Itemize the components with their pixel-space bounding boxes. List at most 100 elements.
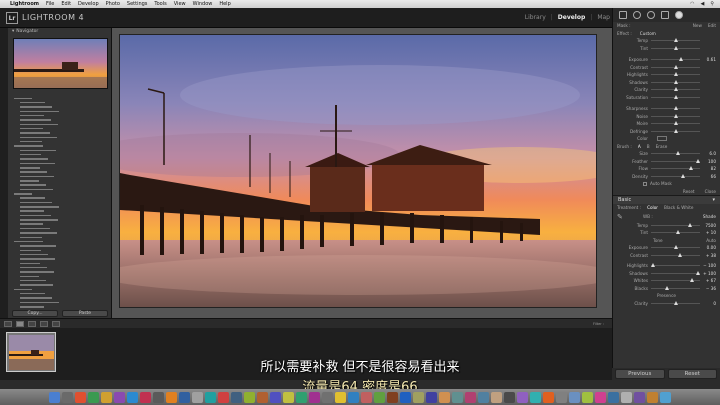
- view-mode-3-icon[interactable]: [28, 320, 36, 327]
- menu-view[interactable]: View: [174, 1, 186, 7]
- exposure-value[interactable]: 0.61: [700, 57, 716, 62]
- feather-slider-knob[interactable]: [695, 158, 700, 163]
- dock-app-icon[interactable]: [166, 391, 177, 403]
- basic-clarity-value[interactable]: 0: [700, 301, 716, 306]
- brush-close-button[interactable]: Close: [705, 189, 716, 194]
- dock-app-icon[interactable]: [413, 391, 424, 403]
- dock-app-icon[interactable]: [660, 391, 671, 403]
- size-value[interactable]: 6.0: [700, 151, 716, 156]
- dock-app-icon[interactable]: [153, 391, 164, 403]
- feather-value[interactable]: 100: [700, 159, 716, 164]
- basic-tint-value[interactable]: + 10: [700, 230, 716, 235]
- exposure-value[interactable]: 0.00: [700, 245, 716, 250]
- view-mode-2-icon[interactable]: [16, 320, 24, 327]
- defringe-slider[interactable]: [651, 128, 700, 133]
- flow-slider[interactable]: [651, 166, 700, 171]
- spot-removal-icon[interactable]: [633, 11, 641, 19]
- dock-app-icon[interactable]: [530, 391, 541, 403]
- dock-app-icon[interactable]: [387, 391, 398, 403]
- dock-app-icon[interactable]: [439, 391, 450, 403]
- dock-app-icon[interactable]: [621, 391, 632, 403]
- paste-button[interactable]: Paste: [62, 310, 108, 317]
- dock-app-icon[interactable]: [335, 391, 346, 403]
- dock-app-icon[interactable]: [582, 391, 593, 403]
- dock-app-icon[interactable]: [465, 391, 476, 403]
- exposure-slider-knob[interactable]: [673, 245, 678, 250]
- highlights-slider-knob[interactable]: [651, 263, 656, 268]
- dock-app-icon[interactable]: [361, 391, 372, 403]
- dock-app-icon[interactable]: [647, 391, 658, 403]
- defringe-slider-knob[interactable]: [673, 128, 678, 133]
- menu-photo[interactable]: Photo: [106, 1, 120, 7]
- noise-slider[interactable]: [651, 113, 700, 118]
- graduated-filter-icon[interactable]: [661, 11, 669, 19]
- highlights-slider[interactable]: [651, 263, 700, 268]
- dock-app-icon[interactable]: [543, 391, 554, 403]
- dock-app-icon[interactable]: [270, 391, 281, 403]
- dock-app-icon[interactable]: [322, 391, 333, 403]
- copy-button[interactable]: Copy...: [12, 310, 58, 317]
- basic-temp-value[interactable]: 7500: [700, 223, 716, 228]
- basic-tint-slider[interactable]: [651, 230, 700, 235]
- dock-app-icon[interactable]: [556, 391, 567, 403]
- menu-help[interactable]: Help: [219, 1, 230, 7]
- flow-value[interactable]: 82: [700, 166, 716, 171]
- dock-app-icon[interactable]: [426, 391, 437, 403]
- wifi-icon[interactable]: ◠: [690, 1, 694, 7]
- moire-slider[interactable]: [651, 121, 700, 126]
- brush-a[interactable]: A: [638, 144, 641, 149]
- tone-auto-button[interactable]: Auto: [706, 238, 716, 243]
- density-value[interactable]: 66: [700, 174, 716, 179]
- effect-preset-select[interactable]: Custom: [640, 31, 656, 36]
- highlights-slider-knob[interactable]: [673, 72, 678, 77]
- basic-clarity-slider[interactable]: [651, 300, 700, 305]
- navigator-preview[interactable]: [13, 38, 108, 89]
- sharpness-slider[interactable]: [651, 106, 700, 111]
- dock-app-icon[interactable]: [88, 391, 99, 403]
- filter-label[interactable]: Filter :: [593, 322, 612, 326]
- size-slider[interactable]: [651, 151, 700, 156]
- highlights-slider[interactable]: [651, 72, 700, 77]
- contrast-slider[interactable]: [651, 252, 700, 257]
- menu-window[interactable]: Window: [193, 1, 213, 7]
- brush-b[interactable]: B: [647, 144, 650, 149]
- dock-app-icon[interactable]: [283, 391, 294, 403]
- contrast-slider-knob[interactable]: [673, 64, 678, 69]
- saturation-slider[interactable]: [651, 94, 700, 99]
- dock-app-icon[interactable]: [634, 391, 645, 403]
- menu-settings[interactable]: Settings: [127, 1, 148, 7]
- module-develop[interactable]: Develop: [558, 14, 586, 21]
- volume-icon[interactable]: ◀: [700, 1, 704, 7]
- flow-slider-knob[interactable]: [689, 166, 694, 171]
- dock-app-icon[interactable]: [348, 391, 359, 403]
- whites-slider-knob[interactable]: [689, 278, 694, 283]
- clarity-slider[interactable]: [651, 87, 700, 92]
- dock-app-icon[interactable]: [192, 391, 203, 403]
- exposure-slider[interactable]: [651, 245, 700, 250]
- dock-app-icon[interactable]: [101, 391, 112, 403]
- basic-clarity-slider-knob[interactable]: [673, 300, 678, 305]
- whites-value[interactable]: + 67: [700, 278, 716, 283]
- navigator-header[interactable]: ▾ Navigator: [8, 28, 111, 35]
- dock-app-icon[interactable]: [257, 391, 268, 403]
- dock-app-icon[interactable]: [478, 391, 489, 403]
- tint-slider[interactable]: [651, 45, 700, 50]
- shadows-slider[interactable]: [651, 79, 700, 84]
- size-slider-knob[interactable]: [675, 151, 680, 156]
- crop-tool-icon[interactable]: [619, 11, 627, 19]
- sharpness-slider-knob[interactable]: [673, 106, 678, 111]
- dock-app-icon[interactable]: [517, 391, 528, 403]
- exposure-slider-knob[interactable]: [679, 57, 684, 62]
- basic-panel-header[interactable]: Basic ▾: [613, 195, 720, 204]
- menu-develop[interactable]: Develop: [78, 1, 99, 7]
- dock-app-icon[interactable]: [504, 391, 515, 403]
- contrast-slider-knob[interactable]: [678, 252, 683, 257]
- shadows-slider-knob[interactable]: [695, 270, 700, 275]
- mask-new[interactable]: New: [693, 23, 702, 28]
- dock-app-icon[interactable]: [608, 391, 619, 403]
- menu-edit[interactable]: Edit: [61, 1, 71, 7]
- dock-app-icon[interactable]: [491, 391, 502, 403]
- wb-select[interactable]: Shade: [703, 214, 716, 219]
- shadows-slider[interactable]: [651, 270, 700, 275]
- mask-edit[interactable]: Edit: [708, 23, 716, 28]
